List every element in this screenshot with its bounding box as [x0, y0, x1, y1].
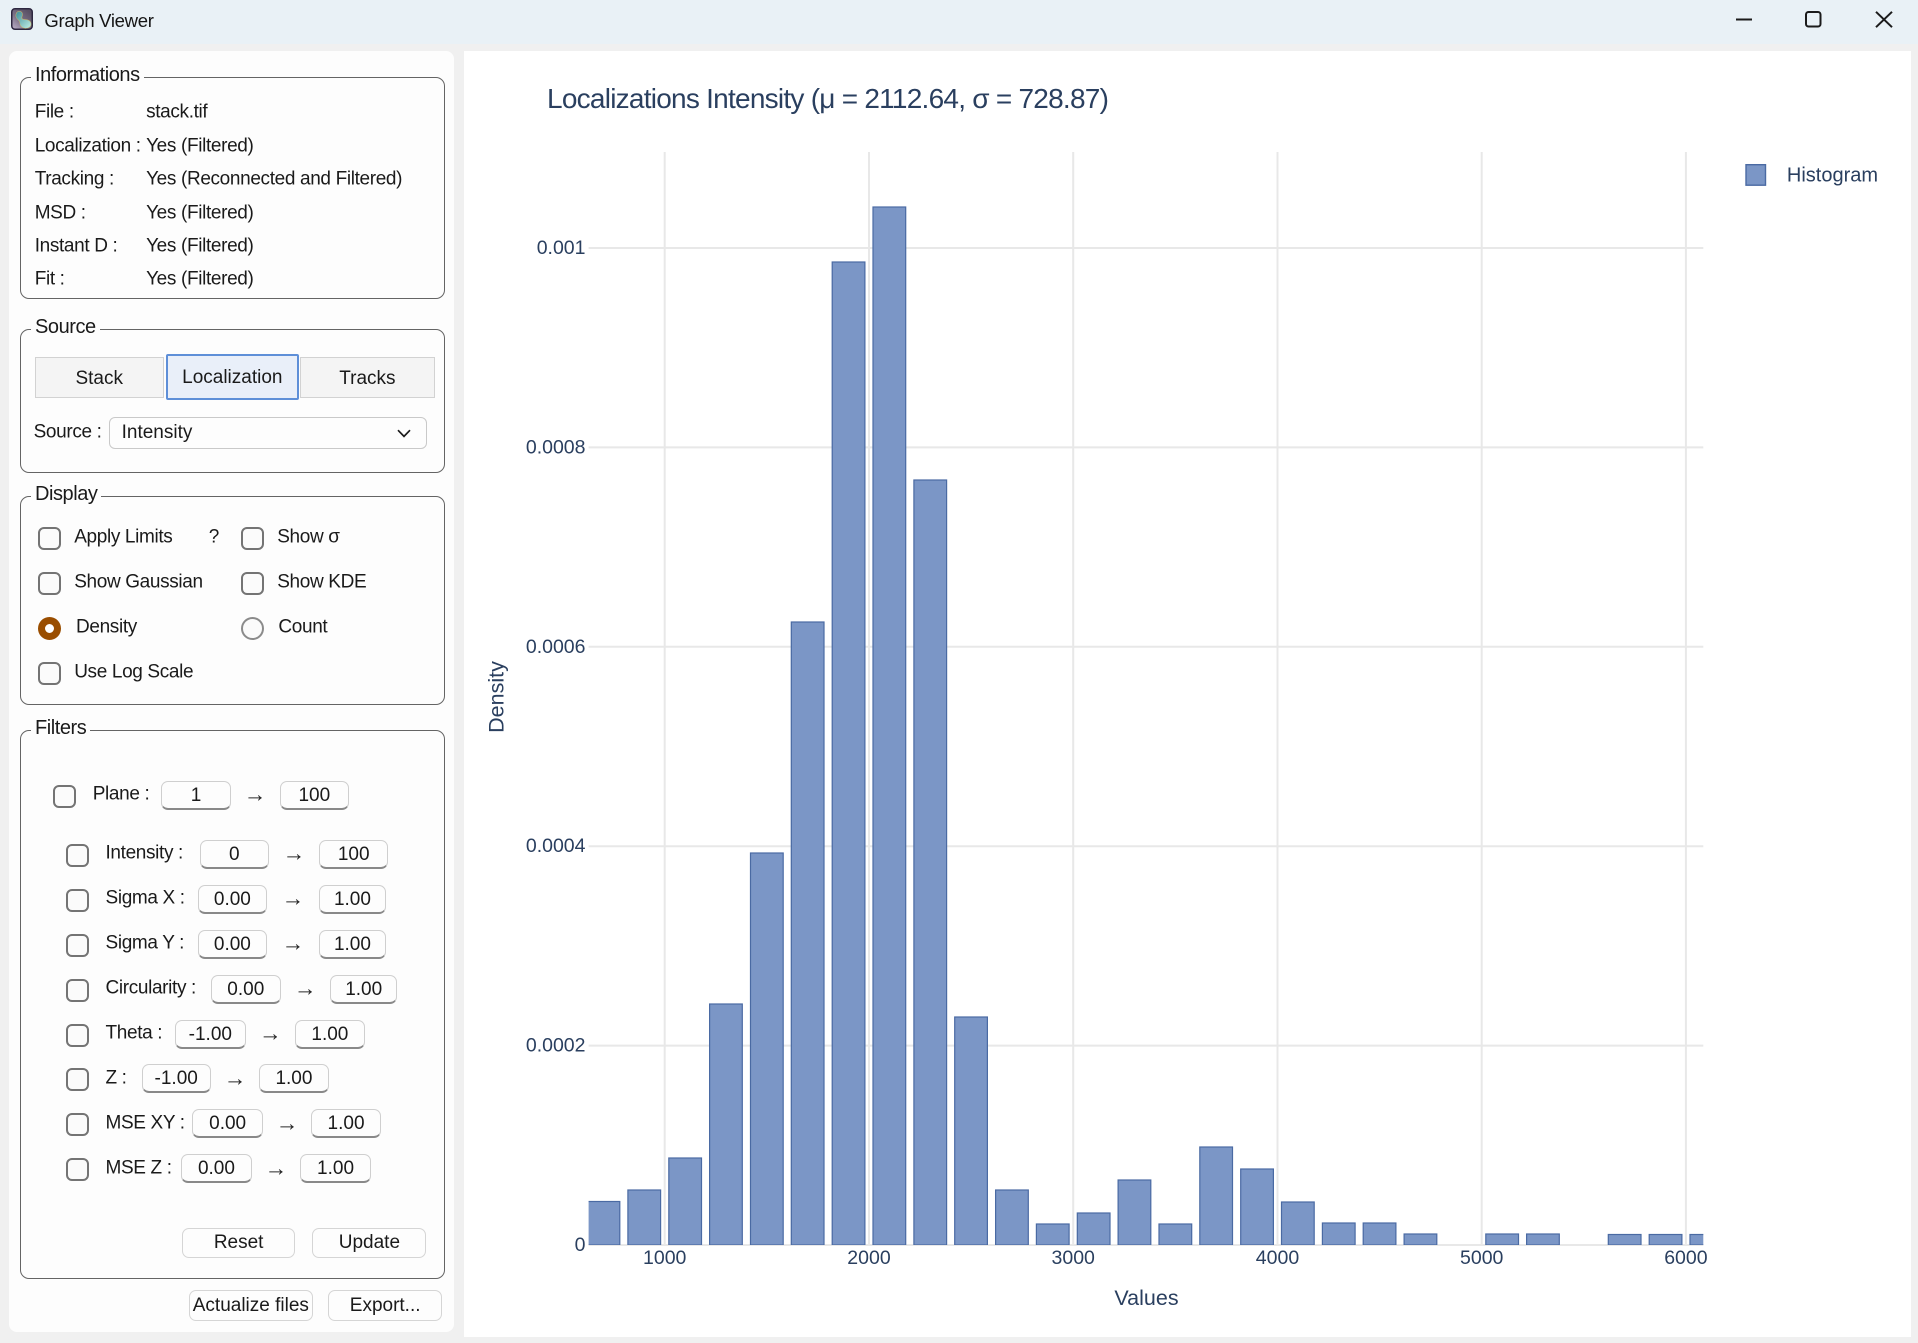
- svg-text:Density: Density: [484, 661, 508, 733]
- svg-text:3000: 3000: [1051, 1247, 1095, 1269]
- svg-text:0.0002: 0.0002: [525, 1035, 585, 1057]
- svg-text:Localizations Intensity (μ = 2: Localizations Intensity (μ = 2112.64, σ …: [547, 83, 1108, 114]
- svg-text:Histogram: Histogram: [1786, 165, 1877, 187]
- svg-text:6000: 6000: [1664, 1247, 1708, 1269]
- svg-text:0.0006: 0.0006: [525, 636, 585, 658]
- svg-text:0.001: 0.001: [536, 237, 585, 259]
- svg-text:4000: 4000: [1255, 1247, 1299, 1269]
- svg-text:2000: 2000: [847, 1247, 891, 1269]
- svg-text:0.0008: 0.0008: [525, 436, 585, 458]
- svg-text:Values: Values: [1114, 1286, 1178, 1310]
- svg-text:1000: 1000: [643, 1247, 687, 1269]
- svg-text:0.0004: 0.0004: [525, 835, 585, 857]
- svg-text:5000: 5000: [1460, 1247, 1504, 1269]
- svg-text:0: 0: [574, 1234, 585, 1256]
